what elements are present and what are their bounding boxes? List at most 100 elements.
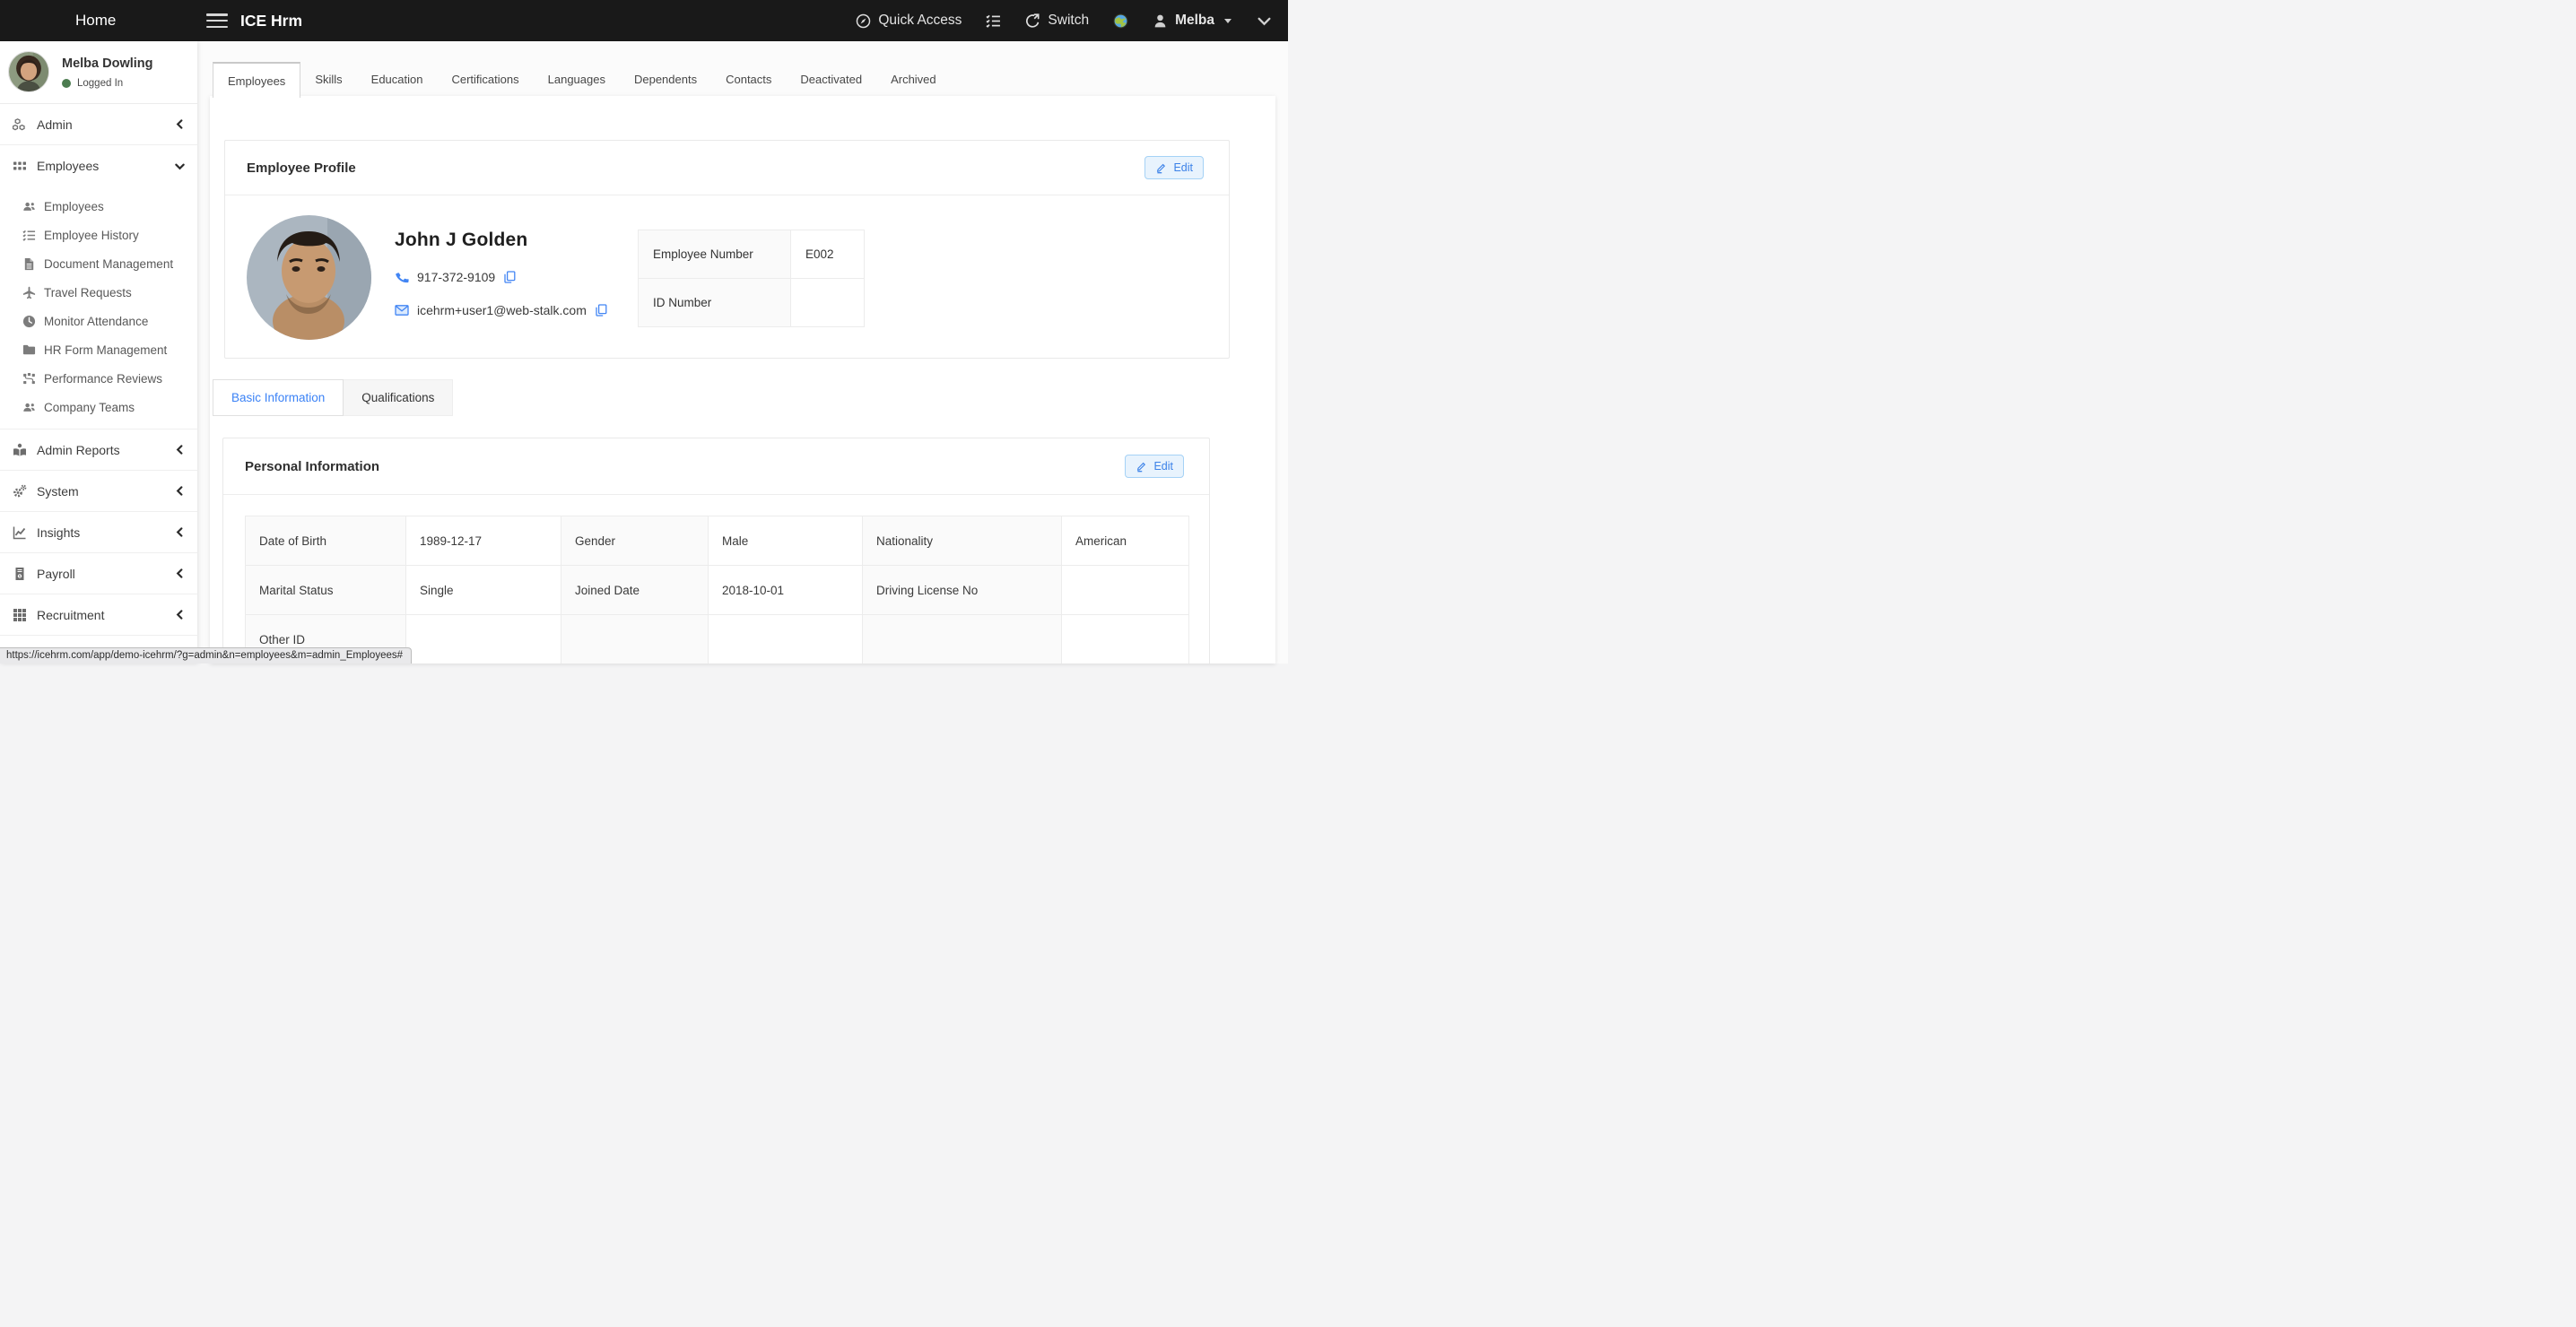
user-icon xyxy=(1153,13,1168,29)
switch-button[interactable]: Switch xyxy=(1025,13,1089,29)
chart-line-icon xyxy=(13,525,27,540)
marital-status-value: Single xyxy=(406,566,561,615)
edit-button-label: Edit xyxy=(1153,460,1173,473)
sidebar-item-recruitment[interactable]: Recruitment xyxy=(0,594,197,636)
id-number-label: ID Number xyxy=(639,279,791,327)
hamburger-menu-icon[interactable] xyxy=(206,13,228,28)
detail-tabstrip: Basic Information Qualifications xyxy=(213,379,453,416)
navbar-collapse-chevron[interactable] xyxy=(1257,13,1272,29)
copy-phone-icon[interactable] xyxy=(503,271,516,283)
personal-information-title: Personal Information xyxy=(245,459,379,474)
sidebar-item-label: Employees xyxy=(37,159,99,173)
sidebar-subitem-label: Monitor Attendance xyxy=(44,315,148,328)
nav-home-link[interactable]: Home xyxy=(75,12,116,30)
phone-icon xyxy=(395,270,409,284)
globe-icon xyxy=(1113,13,1128,29)
table-row: Employee Number E002 xyxy=(639,230,865,279)
tab-employees[interactable]: Employees xyxy=(213,62,300,98)
module-tabstrip: Employees Skills Education Certification… xyxy=(213,62,951,96)
sidebar-subitem-label: Travel Requests xyxy=(44,286,132,299)
tab-deactivated[interactable]: Deactivated xyxy=(786,62,876,96)
sidebar-item-label: Admin xyxy=(37,117,73,132)
grid-dots-icon xyxy=(13,159,27,173)
diagram-icon xyxy=(22,372,36,386)
nationality-label: Nationality xyxy=(863,516,1062,566)
employees-submenu: Employees Employee History Document Mana… xyxy=(0,186,197,429)
book-reader-icon xyxy=(13,443,27,457)
users-icon xyxy=(22,401,36,414)
tab-contacts[interactable]: Contacts xyxy=(711,62,786,96)
sidebar-subitem-performance-reviews[interactable]: Performance Reviews xyxy=(0,364,197,393)
employee-phone[interactable]: 917-372-9109 xyxy=(417,270,495,284)
sidebar-item-insights[interactable]: Insights xyxy=(0,512,197,553)
marital-status-label: Marital Status xyxy=(246,566,406,615)
sidebar-item-payroll[interactable]: Payroll xyxy=(0,553,197,594)
sidebar-item-employees[interactable]: Employees xyxy=(0,145,197,186)
employee-number-label: Employee Number xyxy=(639,230,791,279)
employee-email[interactable]: icehrm+user1@web-stalk.com xyxy=(417,303,587,317)
sidebar-item-label: System xyxy=(37,484,79,499)
logged-in-status-dot xyxy=(62,79,71,88)
copy-email-icon[interactable] xyxy=(595,304,607,317)
table-row: ID Number xyxy=(639,279,865,327)
invoice-icon xyxy=(13,567,27,581)
sidebar-subitem-company-teams[interactable]: Company Teams xyxy=(0,393,197,421)
other-id-value xyxy=(406,615,561,664)
tab-certifications[interactable]: Certifications xyxy=(437,62,533,96)
tab-archived[interactable]: Archived xyxy=(876,62,951,96)
edit-personal-info-button[interactable]: Edit xyxy=(1125,455,1184,478)
sidebar-subitem-employee-history[interactable]: Employee History xyxy=(0,221,197,249)
email-icon xyxy=(395,303,409,317)
logged-in-label: Logged In xyxy=(77,78,123,89)
plane-icon xyxy=(22,286,36,299)
sidebar-item-label: Admin Reports xyxy=(37,443,120,457)
sidebar-subitem-employees[interactable]: Employees xyxy=(0,192,197,221)
gender-label: Gender xyxy=(561,516,709,566)
chevron-left-icon xyxy=(175,445,185,455)
tab-skills[interactable]: Skills xyxy=(300,62,356,96)
sidebar-subitem-hr-form-management[interactable]: HR Form Management xyxy=(0,335,197,364)
employee-profile-title: Employee Profile xyxy=(247,160,356,176)
main-content: Employees Skills Education Certification… xyxy=(197,41,1288,664)
sidebar-item-admin-reports[interactable]: Admin Reports xyxy=(0,429,197,471)
folder-icon xyxy=(22,343,36,357)
chevron-left-icon xyxy=(175,527,185,537)
chevron-left-icon xyxy=(175,486,185,496)
sidebar-item-system[interactable]: System xyxy=(0,471,197,512)
quick-access-label: Quick Access xyxy=(878,13,962,29)
switch-label: Switch xyxy=(1048,13,1089,29)
nationality-value: American xyxy=(1062,516,1189,566)
sidebar-item-label: Insights xyxy=(37,525,80,540)
employee-name: John J Golden xyxy=(395,230,607,251)
user-menu[interactable]: Melba xyxy=(1153,13,1232,29)
sidebar-item-admin[interactable]: Admin xyxy=(0,104,197,145)
sidebar-item-label: Payroll xyxy=(37,567,75,581)
dob-label: Date of Birth xyxy=(246,516,406,566)
edit-profile-button[interactable]: Edit xyxy=(1144,156,1204,179)
tab-languages[interactable]: Languages xyxy=(534,62,620,96)
driving-license-label: Driving License No xyxy=(863,566,1062,615)
personal-info-table: Date of Birth 1989-12-17 Gender Male Nat… xyxy=(245,516,1189,664)
chevron-left-icon xyxy=(175,568,185,578)
joined-date-label: Joined Date xyxy=(561,566,709,615)
tab-education[interactable]: Education xyxy=(357,62,438,96)
tab-qualifications[interactable]: Qualifications xyxy=(344,379,453,416)
tab-dependents[interactable]: Dependents xyxy=(620,62,711,96)
id-number-value xyxy=(791,279,865,327)
employee-photo xyxy=(247,215,371,340)
sidebar-subitem-travel-requests[interactable]: Travel Requests xyxy=(0,278,197,307)
sidebar-item-label: Recruitment xyxy=(37,608,104,622)
tasks-button[interactable] xyxy=(986,13,1001,29)
sidebar-subitem-monitor-attendance[interactable]: Monitor Attendance xyxy=(0,307,197,335)
employee-number-value: E002 xyxy=(791,230,865,279)
tab-basic-information[interactable]: Basic Information xyxy=(213,379,344,416)
app-brand[interactable]: ICE Hrm xyxy=(240,12,302,30)
language-globe-button[interactable] xyxy=(1113,13,1128,29)
quick-access-button[interactable]: Quick Access xyxy=(856,13,962,29)
gears-icon xyxy=(13,484,27,499)
sidebar-subitem-document-management[interactable]: Document Management xyxy=(0,249,197,278)
driving-license-value xyxy=(1062,566,1189,615)
personal-information-card: Personal Information Edit xyxy=(222,438,1210,664)
sidebar-subitem-label: Employees xyxy=(44,200,104,213)
cubes-icon xyxy=(13,117,27,132)
